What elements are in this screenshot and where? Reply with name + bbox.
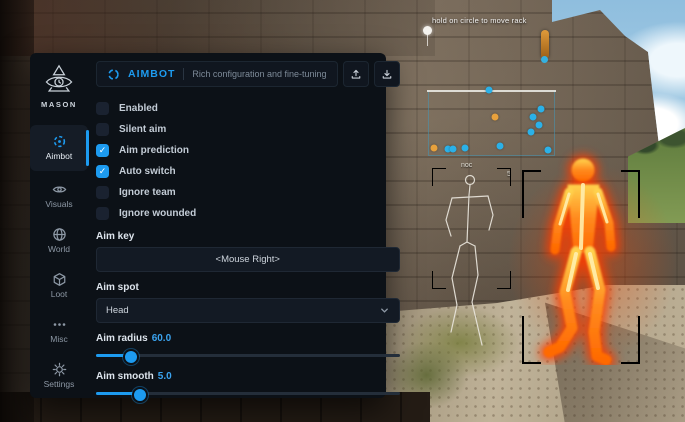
esp-player-name: noc bbox=[461, 162, 472, 169]
esp-dot-box bbox=[428, 91, 555, 156]
checkbox[interactable]: ✓ bbox=[96, 123, 109, 136]
ellipsis-icon bbox=[52, 317, 67, 332]
radar-dot-blue bbox=[530, 114, 537, 121]
toggle-ignore-wounded[interactable]: ✓ Ignore wounded bbox=[96, 203, 400, 224]
checkbox[interactable]: ✓ bbox=[96, 165, 109, 178]
spinner-ring-icon bbox=[107, 68, 120, 81]
radar-dot-orange bbox=[431, 145, 438, 152]
sidebar-item-loot[interactable]: Loot bbox=[30, 266, 88, 306]
radar-dot-blue bbox=[462, 145, 469, 152]
globe-icon bbox=[52, 227, 67, 242]
toggle-ignore-team[interactable]: ✓ Ignore team bbox=[96, 182, 400, 203]
aimbot-page: AIMBOT Rich configuration and fine-tunin… bbox=[88, 53, 411, 398]
upload-icon bbox=[350, 68, 362, 80]
toggle-label: Auto switch bbox=[119, 166, 176, 177]
sidebar-item-label: World bbox=[48, 244, 70, 254]
rack-move-handle[interactable] bbox=[423, 26, 432, 35]
radar-dot-blue bbox=[545, 147, 552, 154]
radar-dot-blue bbox=[538, 106, 545, 113]
aim-spot-select[interactable]: Head bbox=[96, 298, 400, 323]
toggle-list: ✓ Enabled ✓ Silent aim ✓ Aim prediction ✓ Auto … bbox=[96, 98, 400, 224]
brand-name: MASON bbox=[41, 100, 77, 109]
page-description: Rich configuration and fine-tuning bbox=[192, 69, 326, 79]
cheat-menu-panel: MASON Aimbot Visuals World Loot Misc Settings… bbox=[30, 53, 386, 398]
toggle-aim-prediction[interactable]: ✓ Aim prediction bbox=[96, 140, 400, 161]
handle-stem bbox=[427, 34, 428, 46]
esp-bracket-corner bbox=[432, 271, 446, 289]
loot-marker bbox=[541, 30, 549, 59]
sidebar-item-aimbot[interactable]: Aimbot bbox=[30, 125, 88, 171]
radar-dot-blue bbox=[486, 87, 493, 94]
sidebar-item-label: Aimbot bbox=[46, 151, 72, 161]
aim-radius-slider-thumb[interactable] bbox=[123, 349, 139, 365]
aim-radius-label: Aim radius60.0 bbox=[96, 333, 400, 344]
esp-bracket-corner bbox=[497, 271, 511, 289]
aim-spot-value: Head bbox=[106, 305, 129, 316]
upload-config-button[interactable] bbox=[343, 61, 369, 87]
eye-icon bbox=[52, 182, 67, 197]
crosshair-icon bbox=[52, 134, 67, 149]
active-tab-indicator bbox=[86, 130, 89, 166]
download-config-button[interactable] bbox=[374, 61, 400, 87]
radar-dot-blue bbox=[528, 129, 535, 136]
radar-dot-orange bbox=[492, 114, 499, 121]
cube-icon bbox=[52, 272, 67, 287]
sidebar-nav: Aimbot Visuals World Loot Misc Settings bbox=[30, 125, 88, 401]
radar-dot-blue bbox=[497, 143, 504, 150]
sidebar-item-misc[interactable]: Misc bbox=[30, 311, 88, 351]
header-divider bbox=[183, 68, 184, 80]
sidebar-item-visuals[interactable]: Visuals bbox=[30, 176, 88, 216]
sidebar-item-settings[interactable]: Settings bbox=[30, 356, 88, 396]
wall-shading bbox=[0, 0, 435, 56]
aim-smooth-value: 5.0 bbox=[158, 371, 172, 382]
gear-icon bbox=[52, 362, 67, 377]
sidebar-item-label: Misc bbox=[50, 334, 67, 344]
esp-bracket-corner bbox=[497, 168, 511, 186]
radar-dot-blue bbox=[450, 146, 457, 153]
checkbox[interactable]: ✓ bbox=[96, 102, 109, 115]
toggle-label: Ignore wounded bbox=[119, 208, 196, 219]
esp-bracket-corner bbox=[432, 168, 446, 186]
checkbox[interactable]: ✓ bbox=[96, 186, 109, 199]
player-bracket-corner bbox=[522, 316, 541, 364]
toggle-label: Aim prediction bbox=[119, 145, 189, 156]
loot-marker-dot bbox=[541, 56, 548, 63]
dark-edge bbox=[0, 0, 34, 422]
sidebar: MASON Aimbot Visuals World Loot Misc Settings bbox=[30, 53, 88, 398]
toggle-silent-aim[interactable]: ✓ Silent aim bbox=[96, 119, 400, 140]
page-header: AIMBOT Rich configuration and fine-tunin… bbox=[96, 61, 338, 87]
sidebar-item-label: Visuals bbox=[45, 199, 72, 209]
game-hint-text: hold on circle to move rack bbox=[432, 16, 527, 25]
toggle-auto-switch[interactable]: ✓ Auto switch bbox=[96, 161, 400, 182]
sidebar-item-label: Settings bbox=[44, 379, 75, 389]
checkbox[interactable]: ✓ bbox=[96, 144, 109, 157]
chevron-down-icon bbox=[379, 305, 390, 316]
player-bracket-corner bbox=[621, 170, 640, 218]
aim-smooth-label: Aim smooth5.0 bbox=[96, 371, 400, 382]
checkbox[interactable]: ✓ bbox=[96, 207, 109, 220]
aim-smooth-slider[interactable] bbox=[96, 392, 400, 395]
toggle-label: Ignore team bbox=[119, 187, 176, 198]
sidebar-item-label: Loot bbox=[51, 289, 68, 299]
toggle-label: Silent aim bbox=[119, 124, 166, 135]
radar-dot-blue bbox=[536, 122, 543, 129]
download-icon bbox=[381, 68, 393, 80]
player-bracket-corner bbox=[522, 170, 541, 218]
toggle-enabled[interactable]: ✓ Enabled bbox=[96, 98, 400, 119]
sidebar-item-world[interactable]: World bbox=[30, 221, 88, 261]
game-screen: noc 5 hold on circle to move rack bbox=[0, 0, 685, 422]
aim-spot-label: Aim spot bbox=[96, 282, 400, 293]
toggle-label: Enabled bbox=[119, 103, 158, 114]
page-title: AIMBOT bbox=[128, 68, 175, 80]
aim-key-button[interactable]: <Mouse Right> bbox=[96, 247, 400, 272]
aim-key-label: Aim key bbox=[96, 231, 400, 242]
aim-radius-slider[interactable] bbox=[96, 354, 400, 357]
mason-logo-icon bbox=[41, 64, 77, 95]
skeleton-esp bbox=[425, 160, 535, 350]
player-bracket-corner bbox=[621, 316, 640, 364]
aim-radius-value: 60.0 bbox=[152, 333, 171, 344]
